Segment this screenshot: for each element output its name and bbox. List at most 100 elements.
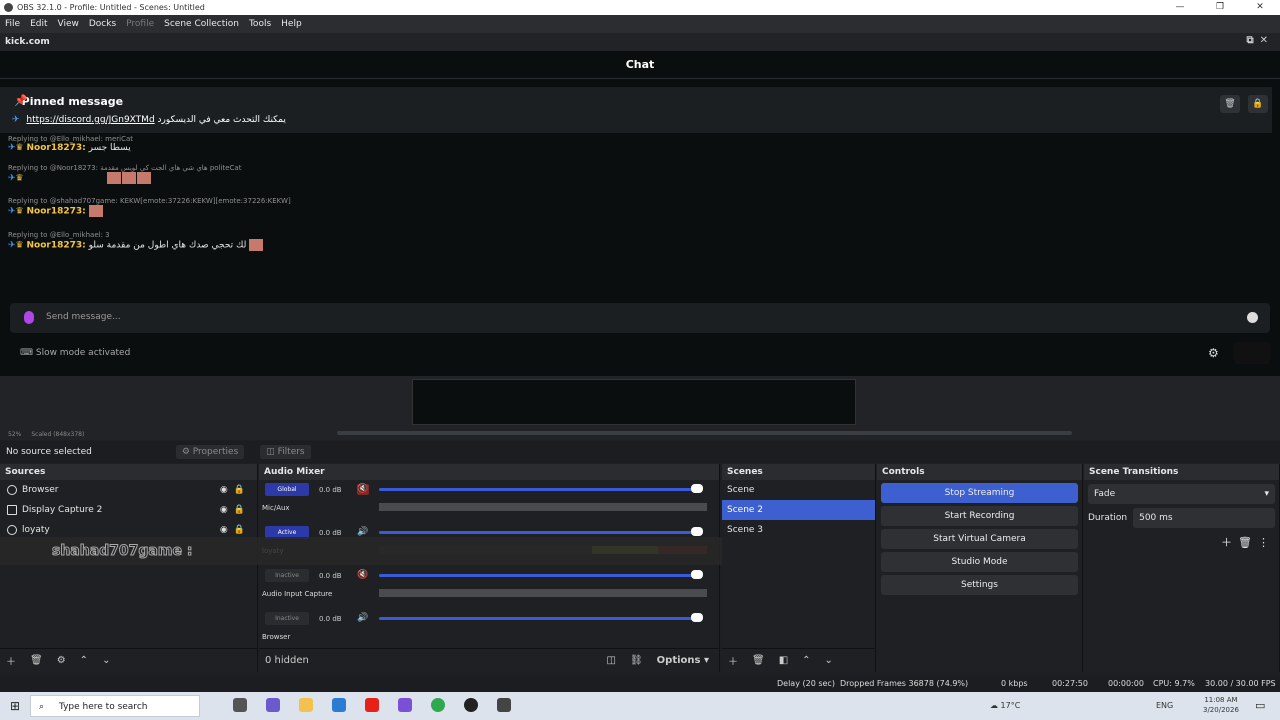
start-virtual-camera-button[interactable]: Start Virtual Camera xyxy=(881,529,1078,549)
down-icon[interactable]: ⌄ xyxy=(825,655,833,666)
add-icon[interactable]: ＋ xyxy=(1221,536,1238,549)
remove-icon[interactable]: 🗑 xyxy=(1238,536,1258,549)
notification-icon[interactable]: ▭ xyxy=(1255,699,1265,712)
discord-icon[interactable] xyxy=(398,698,412,712)
link-icon[interactable]: ⛓ xyxy=(630,655,643,666)
channel-chip[interactable]: Global xyxy=(265,483,309,496)
remove-icon[interactable]: 🗑 xyxy=(30,655,43,666)
username[interactable]: Noor18273: xyxy=(27,241,86,251)
eye-icon[interactable]: ◉ xyxy=(220,485,234,495)
source-item[interactable]: Display Capture 2 ◉🔒 xyxy=(0,500,257,520)
zoom-level[interactable]: 52% xyxy=(8,431,21,438)
filter-icon[interactable]: ◧ xyxy=(779,655,788,666)
source-item[interactable]: Browser ◉🔒 xyxy=(0,480,257,500)
chat-title: Chat xyxy=(0,51,1280,79)
speaker-icon[interactable]: 🔊 xyxy=(357,613,369,624)
start-recording-button[interactable]: Start Recording xyxy=(881,506,1078,526)
username[interactable]: Noor18273: xyxy=(27,143,86,153)
task-view-icon[interactable] xyxy=(233,698,247,712)
obs-taskbar-icon[interactable] xyxy=(464,698,478,712)
lock-icon[interactable]: 🔒 xyxy=(1248,95,1268,113)
menu-profile[interactable]: Profile xyxy=(121,19,159,29)
float-icon[interactable]: ⧉ xyxy=(1246,35,1259,46)
preview-canvas[interactable] xyxy=(412,379,856,425)
volume-slider[interactable] xyxy=(379,617,699,620)
browser-dock-header: kick.com ⧉✕ xyxy=(0,33,1280,51)
mail-icon[interactable] xyxy=(332,698,346,712)
chrome-icon[interactable] xyxy=(431,698,445,712)
pinned-link[interactable]: https://discord.gg/JGn9XTMd xyxy=(26,115,154,125)
emoji-icon[interactable] xyxy=(1247,312,1258,323)
channel-chip[interactable]: Inactive xyxy=(265,569,309,582)
chat-message: Replying to @Ello_mikhael: 3 ✈♛ Noor1827… xyxy=(8,231,264,251)
maximize-button[interactable]: ❐ xyxy=(1200,0,1240,15)
volume-knob[interactable] xyxy=(691,527,703,536)
scene-item[interactable]: Scene xyxy=(722,480,875,500)
add-icon[interactable]: ＋ xyxy=(728,653,738,668)
chat-composer[interactable]: Send message... xyxy=(10,303,1270,333)
scene-item[interactable]: Scene 3 xyxy=(722,520,875,540)
message-input[interactable]: Send message... xyxy=(46,312,121,322)
send-button[interactable] xyxy=(1234,342,1270,364)
layout-icon[interactable]: ◫ xyxy=(607,655,616,666)
lock-icon[interactable]: 🔒 xyxy=(234,525,251,535)
down-icon[interactable]: ⌄ xyxy=(102,655,110,666)
studio-mode-button[interactable]: Studio Mode xyxy=(881,552,1078,572)
menu-tools[interactable]: Tools xyxy=(244,19,276,29)
sources-panel: Sources Browser ◉🔒 Display Capture 2 ◉🔒 lo… xyxy=(0,464,258,672)
duration-input[interactable]: 500 ms xyxy=(1133,508,1275,528)
filters-button[interactable]: ◫ Filters xyxy=(260,445,311,459)
eye-icon[interactable]: ◉ xyxy=(220,525,234,535)
add-icon[interactable]: ＋ xyxy=(6,653,16,668)
eye-icon[interactable]: ◉ xyxy=(220,505,234,515)
menu-edit[interactable]: Edit xyxy=(25,19,52,29)
mute-icon[interactable]: 🔇 xyxy=(357,570,369,581)
volume-slider[interactable] xyxy=(379,488,699,491)
menu-docks[interactable]: Docks xyxy=(84,19,121,29)
scale-label[interactable]: Scaled (848x378) xyxy=(31,431,84,438)
windows-start-icon[interactable]: ⊞ xyxy=(10,699,20,713)
mute-icon[interactable]: 🔇 xyxy=(357,484,369,495)
mic-icon[interactable] xyxy=(24,311,34,324)
close-dock-icon[interactable]: ✕ xyxy=(1260,35,1274,46)
copilot-icon[interactable] xyxy=(266,698,280,712)
preview-scrollbar[interactable] xyxy=(337,431,1072,435)
menu-view[interactable]: View xyxy=(53,19,84,29)
volume-slider[interactable] xyxy=(379,531,699,534)
channel-chip[interactable]: Inactive xyxy=(265,612,309,625)
lock-icon[interactable]: 🔒 xyxy=(234,485,251,495)
db-readout: 0.0 dB xyxy=(319,529,342,537)
settings-button[interactable]: Settings xyxy=(881,575,1078,595)
options-button[interactable]: Options ▾ xyxy=(657,655,709,666)
settings-taskbar-icon[interactable] xyxy=(497,698,511,712)
lock-icon[interactable]: 🔒 xyxy=(234,505,251,515)
volume-knob[interactable] xyxy=(691,570,703,579)
slow-mode-text: Slow mode activated xyxy=(35,348,131,358)
chat-settings-icon[interactable]: ⚙ xyxy=(1208,346,1219,360)
menu-file[interactable]: File xyxy=(0,19,25,29)
scene-item[interactable]: Scene 2 xyxy=(722,500,875,520)
gear-icon[interactable]: ⚙ xyxy=(57,655,66,666)
stop-streaming-button[interactable]: Stop Streaming xyxy=(881,483,1078,503)
close-button[interactable]: ✕ xyxy=(1240,0,1280,15)
minimize-button[interactable]: — xyxy=(1160,0,1200,15)
taskbar-search[interactable]: ⌕ Type here to search xyxy=(30,695,200,717)
trash-icon[interactable]: 🗑 xyxy=(1220,95,1240,113)
transition-select[interactable]: Fade ▾ xyxy=(1088,484,1275,504)
volume-slider[interactable] xyxy=(379,574,699,577)
properties-button[interactable]: ⚙ Properties xyxy=(175,445,245,459)
language-indicator[interactable]: ENG xyxy=(1156,701,1173,710)
menu-scene-collection[interactable]: Scene Collection xyxy=(159,19,244,29)
username[interactable]: Noor18273: xyxy=(27,207,86,217)
file-explorer-icon[interactable] xyxy=(299,698,313,712)
up-icon[interactable]: ⌃ xyxy=(802,655,810,666)
weather[interactable]: ☁ 17°C xyxy=(990,701,1020,710)
youtube-icon[interactable] xyxy=(365,698,379,712)
remove-icon[interactable]: 🗑 xyxy=(752,655,765,666)
volume-knob[interactable] xyxy=(691,613,703,622)
up-icon[interactable]: ⌃ xyxy=(80,655,88,666)
clock[interactable]: 11:08 AM 3/20/2026 xyxy=(1203,695,1239,715)
volume-knob[interactable] xyxy=(691,484,703,493)
more-icon[interactable]: ⋮ xyxy=(1258,536,1275,549)
menu-help[interactable]: Help xyxy=(276,19,307,29)
